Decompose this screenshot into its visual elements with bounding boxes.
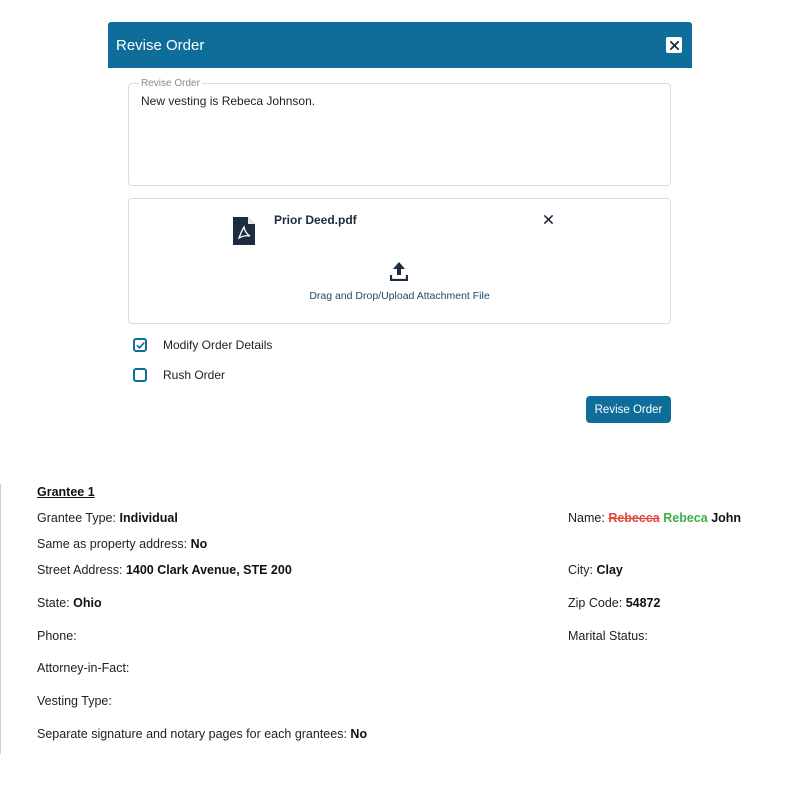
city-field: City: Clay bbox=[568, 563, 623, 577]
section-divider bbox=[0, 484, 1, 754]
attachment-dropzone[interactable]: Prior Deed.pdf Drag and Drop/Upload Atta… bbox=[128, 198, 671, 324]
same-as-property-address-value: No bbox=[190, 537, 208, 551]
modify-order-details-label: Modify Order Details bbox=[163, 338, 273, 352]
modal-header: Revise Order bbox=[108, 22, 692, 68]
vesting-type-field: Vesting Type: bbox=[37, 694, 112, 708]
grantee-type-label: Grantee Type: bbox=[37, 511, 116, 525]
street-address-value: 1400 Clark Avenue, STE 200 bbox=[125, 563, 292, 577]
same-as-property-address-label: Same as property address: bbox=[37, 537, 188, 551]
zip-code-field: Zip Code: 54872 bbox=[568, 596, 660, 610]
city-value: Clay bbox=[596, 563, 623, 577]
close-icon bbox=[543, 214, 553, 224]
zip-code-label: Zip Code: bbox=[568, 596, 623, 610]
name-field: Name: Rebecca Rebeca John bbox=[568, 511, 741, 525]
marital-status-field: Marital Status: bbox=[568, 629, 648, 643]
same-as-property-address-field: Same as property address: No bbox=[37, 537, 207, 551]
upload-icon[interactable] bbox=[390, 261, 408, 281]
vesting-type-label: Vesting Type: bbox=[37, 694, 112, 708]
revise-order-modal: Revise Order Revise Order New vesting is… bbox=[108, 22, 692, 430]
attorney-in-fact-label: Attorney-in-Fact: bbox=[37, 661, 130, 675]
grantee-section-title: Grantee 1 bbox=[37, 485, 95, 499]
name-label: Name: bbox=[568, 511, 605, 525]
name-removed-text: Rebecca bbox=[608, 511, 660, 525]
street-address-field: Street Address: 1400 Clark Avenue, STE 2… bbox=[37, 563, 292, 577]
close-button[interactable] bbox=[666, 37, 682, 53]
rush-order-option[interactable]: Rush Order bbox=[133, 368, 225, 382]
modify-order-details-option[interactable]: Modify Order Details bbox=[133, 338, 272, 352]
state-field: State: Ohio bbox=[37, 596, 102, 610]
name-last-text: John bbox=[711, 511, 742, 525]
zip-code-value: 54872 bbox=[625, 596, 661, 610]
checkmark-icon bbox=[135, 341, 145, 349]
separate-signature-label: Separate signature and notary pages for … bbox=[37, 727, 347, 741]
separate-signature-field: Separate signature and notary pages for … bbox=[37, 727, 367, 741]
attachment-file-name: Prior Deed.pdf bbox=[274, 213, 357, 227]
phone-field: Phone: bbox=[37, 629, 77, 643]
city-label: City: bbox=[568, 563, 593, 577]
rush-order-checkbox[interactable] bbox=[133, 368, 147, 382]
rush-order-label: Rush Order bbox=[163, 368, 226, 382]
revision-text[interactable]: New vesting is Rebeca Johnson. bbox=[141, 94, 315, 108]
grantee-type-value: Individual bbox=[119, 511, 178, 525]
state-label: State: bbox=[37, 596, 70, 610]
grantee-type-field: Grantee Type: Individual bbox=[37, 511, 178, 525]
pdf-file-icon bbox=[233, 217, 255, 245]
marital-status-label: Marital Status: bbox=[568, 629, 648, 643]
state-value: Ohio bbox=[73, 596, 102, 610]
phone-label: Phone: bbox=[37, 629, 77, 643]
street-address-label: Street Address: bbox=[37, 563, 123, 577]
upload-attachment-link[interactable]: Drag and Drop/Upload Attachment File bbox=[129, 290, 670, 302]
remove-attachment-button[interactable] bbox=[542, 213, 554, 225]
name-added-text: Rebeca bbox=[663, 511, 708, 525]
modal-title: Revise Order bbox=[116, 36, 205, 54]
revise-order-button[interactable]: Revise Order bbox=[586, 396, 671, 423]
textarea-label: Revise Order bbox=[139, 78, 202, 90]
revise-order-textarea[interactable]: Revise Order New vesting is Rebeca Johns… bbox=[128, 78, 671, 186]
attorney-in-fact-field: Attorney-in-Fact: bbox=[37, 661, 129, 675]
separate-signature-value: No bbox=[350, 727, 368, 741]
close-icon bbox=[669, 40, 679, 50]
modify-order-details-checkbox[interactable] bbox=[133, 338, 147, 352]
